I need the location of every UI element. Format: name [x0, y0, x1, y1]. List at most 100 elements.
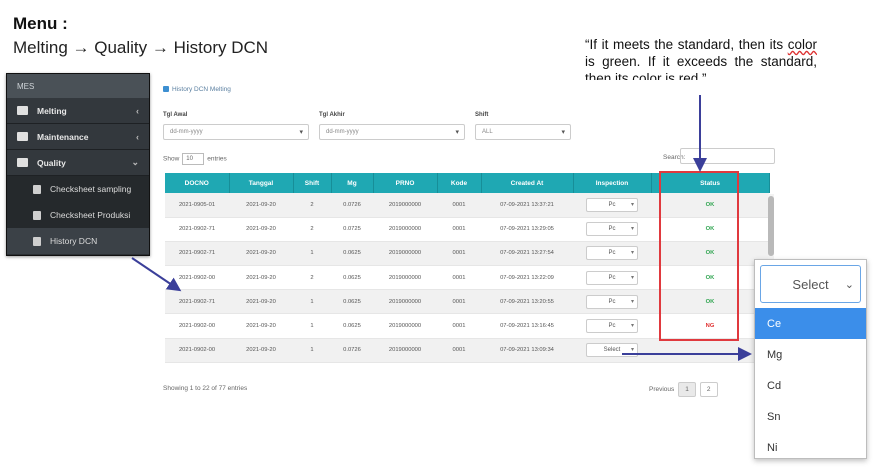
column-header[interactable]: Mg: [331, 173, 374, 193]
inspection-cell: Pc ▾: [573, 241, 651, 267]
chevron-down-icon: ▾: [455, 129, 459, 136]
dropdown-option[interactable]: Cd: [755, 370, 866, 401]
dropdown-option[interactable]: Ni: [755, 432, 866, 463]
sidebar-subitem-checksheet-sampling[interactable]: Checksheet sampling: [7, 176, 149, 202]
pagination-previous[interactable]: Previous: [649, 386, 674, 393]
pagination: Previous 1 2: [649, 382, 718, 397]
column-header[interactable]: DOCNO: [165, 173, 230, 193]
inspection-cell: Select ▾: [573, 338, 651, 363]
chevron-down-icon: ⌄: [844, 278, 854, 291]
chevron-down-icon: ▾: [630, 201, 634, 208]
table-cell: 0001: [437, 289, 481, 315]
table-cell: 0.0726: [331, 193, 373, 218]
filter-label-shift: Shift: [475, 112, 489, 118]
table-cell: 07-09-2021 13:37:21: [481, 193, 573, 218]
home-icon: [163, 86, 169, 92]
inspection-select[interactable]: Pc ▾: [586, 246, 638, 261]
folder-icon: [17, 106, 28, 115]
sidebar-item-melting[interactable]: Melting ‹: [7, 98, 149, 124]
column-header[interactable]: Kode: [437, 173, 482, 193]
sidebar-subitem-label: Checksheet sampling: [50, 184, 132, 194]
column-header[interactable]: Created At: [481, 173, 574, 193]
chevron-left-icon: ‹: [136, 105, 139, 116]
inspection-select[interactable]: Select ⌄: [760, 265, 861, 303]
table-cell: 2: [293, 265, 331, 291]
table-cell: 2021-0902-00: [165, 265, 229, 291]
sidebar-subitem-history-dcn[interactable]: History DCN: [7, 228, 149, 254]
inspection-select[interactable]: Select ▾: [586, 343, 638, 358]
chevron-down-icon: ▾: [630, 226, 634, 233]
table-cell: 07-09-2021 13:27:54: [481, 241, 573, 267]
shift-select[interactable]: ALL ▾: [475, 124, 571, 140]
column-header[interactable]: Shift: [293, 173, 332, 193]
sidebar-item-label: Quality: [37, 157, 66, 168]
table-cell: 0.0725: [331, 217, 373, 242]
table-cell: 1: [293, 313, 331, 339]
sidebar-item-maintenance[interactable]: Maintenance ‹: [7, 124, 149, 150]
history-icon: [33, 236, 41, 246]
entries-length: Show 10 entries: [163, 153, 227, 165]
table-cell: 2021-0902-71: [165, 289, 229, 315]
chevron-down-icon: ▾: [630, 250, 634, 257]
column-header[interactable]: Tanggal: [229, 173, 294, 193]
chevron-down-icon: ⌄: [131, 157, 139, 167]
sidebar-header: MES: [7, 74, 149, 98]
table-cell: 0001: [437, 217, 481, 242]
table-cell: 2019000000: [373, 289, 437, 315]
inspection-select[interactable]: Pc ▾: [586, 197, 638, 212]
inspection-select[interactable]: Pc ▾: [586, 222, 638, 237]
filter-label-start-date: Tgl Awal: [163, 112, 188, 118]
table-cell: 2021-09-20: [229, 241, 293, 267]
table-cell: 0.0726: [331, 338, 373, 363]
table-cell: 2021-09-20: [229, 289, 293, 315]
dropdown-option[interactable]: Ce: [755, 308, 866, 339]
chevron-down-icon: ▾: [630, 323, 634, 330]
filter-label-end-date: Tgl Akhir: [319, 112, 345, 118]
table-cell: 2: [293, 217, 331, 242]
table-cell: 2021-09-20: [229, 265, 293, 291]
table-cell: 2021-0902-00: [165, 313, 229, 339]
table-cell: 0001: [437, 338, 481, 363]
table-cell: 2021-09-20: [229, 217, 293, 242]
start-date-field[interactable]: dd-mm-yyyy ▾: [163, 124, 309, 140]
table-scrollbar-thumb[interactable]: [768, 196, 774, 256]
dropdown-option[interactable]: Mg: [755, 339, 866, 370]
inspection-select[interactable]: Pc ▾: [586, 270, 638, 285]
table-info: Showing 1 to 22 of 77 entries: [163, 385, 248, 392]
pagination-page[interactable]: 2: [699, 382, 718, 397]
column-header[interactable]: Inspection: [573, 173, 652, 193]
table-cell: 2021-09-20: [229, 313, 293, 339]
table-cell: 07-09-2021 13:29:05: [481, 217, 573, 242]
inspection-cell: Pc ▾: [573, 313, 651, 339]
search-input[interactable]: [680, 148, 775, 164]
table-cell: 0001: [437, 265, 481, 291]
end-date-field[interactable]: dd-mm-yyyy ▾: [319, 124, 465, 140]
wrench-icon: [17, 132, 28, 141]
table-row: 2021-0902-00 2021-09-20 1 0.0726 2019000000 0…: [165, 338, 769, 363]
inspection-select[interactable]: Pc ▾: [586, 319, 638, 334]
inspection-cell: Pc ▾: [573, 265, 651, 291]
entries-length-select[interactable]: 10: [182, 153, 205, 165]
menu-path: Melting → Quality → History DCN: [13, 38, 269, 57]
table-cell: 07-09-2021 13:09:34: [481, 338, 573, 363]
chevron-down-icon: ▾: [630, 347, 634, 354]
dropdown-option[interactable]: Sn: [755, 401, 866, 432]
sidebar-subitem-checksheet-produksi[interactable]: Checksheet Produksi: [7, 202, 149, 228]
pagination-page[interactable]: 1: [678, 382, 696, 397]
column-header[interactable]: PRNO: [373, 173, 438, 193]
chevron-left-icon: ‹: [136, 131, 139, 142]
breadcrumb: History DCN Melting: [163, 86, 231, 93]
sidebar-item-quality[interactable]: Quality ⌄: [7, 150, 149, 176]
chevron-down-icon: ▾: [299, 129, 303, 136]
sidebar-subitem-label: History DCN: [50, 236, 98, 246]
table-cell: 0001: [437, 313, 481, 339]
status-badge: [651, 338, 769, 363]
table-cell: 07-09-2021 13:16:45: [481, 313, 573, 339]
table-cell: 1: [293, 338, 331, 363]
table-cell: 2019000000: [373, 193, 437, 218]
table-cell: 0.0625: [331, 241, 373, 267]
table-cell: 1: [293, 241, 331, 267]
table-cell: 07-09-2021 13:20:55: [481, 289, 573, 315]
table-cell: 0.0625: [331, 313, 373, 339]
inspection-select[interactable]: Pc ▾: [586, 294, 638, 309]
